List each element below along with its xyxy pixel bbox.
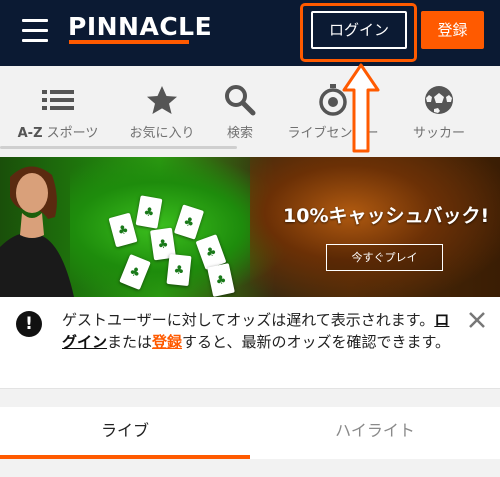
tab-highlights[interactable]: ハイライト — [250, 407, 500, 459]
search-icon — [225, 85, 256, 116]
notice-register-link[interactable]: 登録 — [152, 333, 182, 351]
nav-item-label: サッカー — [412, 126, 465, 141]
notice-text: ゲストユーザーに対してオッズは遅れて表示されます。ログインまたは登録すると、最新… — [62, 311, 450, 351]
logo-underline — [69, 40, 189, 44]
login-button[interactable]: ログイン — [311, 11, 407, 49]
nav-item-soccer[interactable]: サッカー — [398, 66, 480, 156]
playing-card: ♣ — [166, 253, 192, 287]
nav-item-favorites[interactable]: お気に入り — [114, 66, 210, 156]
model-image — [0, 166, 74, 297]
close-icon[interactable] — [466, 309, 488, 331]
sport-nav: A-Z スポーツ お気に入り 検索 ライブセンター サッカー — [0, 66, 500, 156]
nav-item-az-sports[interactable]: A-Z スポーツ — [10, 66, 106, 156]
play-now-button[interactable]: 今すぐプレイ — [326, 244, 443, 271]
promo-banner[interactable]: ♣ ♣ ♣ ♣ ♣ ♣ ♣ ♣ 10%キャッシュバック! 今すぐプレイ — [0, 157, 500, 297]
nav-item-search[interactable]: 検索 — [200, 66, 280, 156]
register-button[interactable]: 登録 — [421, 11, 484, 49]
banner-title: 10%キャッシュバック! — [283, 205, 490, 227]
star-icon — [147, 86, 177, 114]
guest-notice: ! ゲストユーザーに対してオッズは遅れて表示されます。ログインまたは登録すると、… — [0, 297, 500, 389]
tab-live[interactable]: ライブ — [0, 407, 250, 459]
market-tabs: ライブ ハイライト — [0, 407, 500, 459]
nav-item-label: 検索 — [226, 126, 253, 141]
nav-scroll-indicator — [0, 146, 237, 149]
soccer-ball-icon — [425, 86, 453, 114]
pinnacle-logo[interactable]: PINNACLE — [68, 12, 212, 41]
hamburger-icon[interactable] — [22, 19, 48, 43]
exclamation-icon: ! — [16, 311, 42, 337]
up-arrow-annotation — [342, 63, 380, 153]
top-header: PINNACLE ログイン 登録 — [0, 0, 500, 66]
nav-item-label: A-Z スポーツ — [17, 126, 99, 141]
page: PINNACLE ログイン 登録 A-Z スポーツ お気に入り 検索 ライブセン… — [0, 0, 500, 477]
nav-item-label: お気に入り — [129, 126, 195, 141]
list-icon — [42, 90, 74, 110]
